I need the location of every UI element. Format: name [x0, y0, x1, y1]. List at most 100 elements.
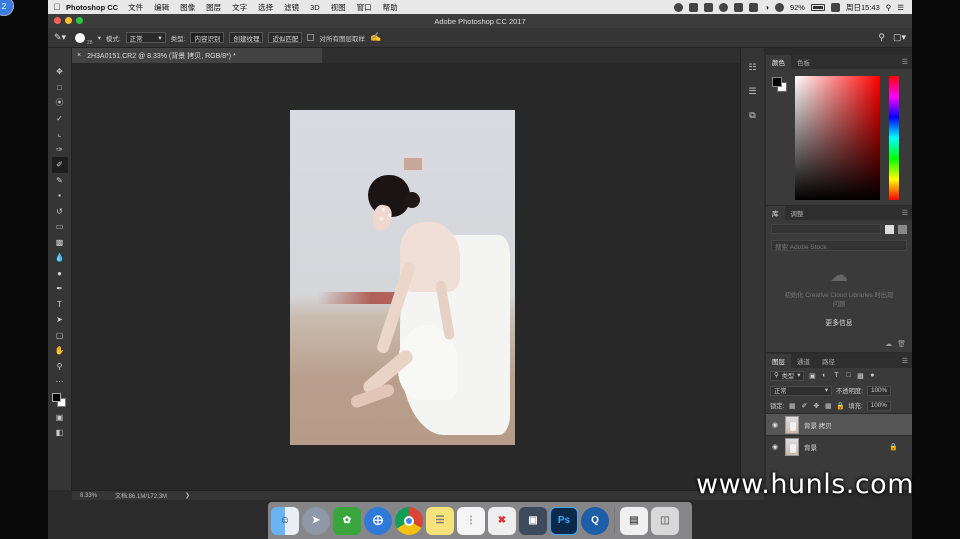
menu-layer[interactable]: 图层: [206, 2, 221, 13]
status-icon-2[interactable]: [689, 2, 699, 12]
lasso-tool-icon[interactable]: ⦿: [52, 95, 68, 111]
spot-healing-brush-icon[interactable]: ✎▾: [54, 32, 70, 44]
mode-select[interactable]: 正常 ▾: [125, 32, 166, 43]
layer-filter-select[interactable]: ⚲ 类型 ▾: [770, 370, 805, 381]
quicktime-icon[interactable]: Q: [581, 506, 609, 535]
more-info-link[interactable]: 更多信息: [766, 317, 912, 327]
safari-icon[interactable]: ⨁: [364, 506, 392, 535]
library-search-input[interactable]: 搜索 Adobe Stock: [771, 240, 907, 251]
lock-artboard-icon[interactable]: ▦: [824, 402, 832, 410]
evernote-icon[interactable]: ✿: [333, 506, 361, 535]
path-selection-tool-icon[interactable]: ➤: [52, 312, 68, 328]
lock-image-icon[interactable]: ✐: [800, 402, 808, 410]
layer-row[interactable]: ◉ 背景 拷贝: [766, 413, 912, 435]
content-aware-button[interactable]: 内容识别: [190, 32, 225, 43]
panel-foreground-swatch[interactable]: [772, 77, 782, 87]
menu-3d[interactable]: 3D: [310, 3, 320, 12]
styles-panel-icon[interactable]: ⧉: [746, 108, 760, 122]
reminders-icon[interactable]: ⋮: [457, 506, 485, 535]
filter-toggle-icon[interactable]: ●: [868, 372, 876, 380]
clock[interactable]: 周日15:43: [846, 2, 880, 13]
color-field[interactable]: [795, 76, 880, 200]
filter-adjustment-icon[interactable]: ◐: [820, 372, 828, 380]
library-select[interactable]: [771, 224, 881, 234]
spot-healing-brush-tool-icon[interactable]: ✐: [51, 157, 68, 173]
lock-all-icon[interactable]: 🔒: [836, 402, 845, 410]
launchpad-icon[interactable]: ➤: [302, 506, 330, 535]
opacity-input[interactable]: 100%: [866, 385, 892, 396]
brush-preset-picker[interactable]: [75, 32, 85, 43]
status-icon-5[interactable]: [734, 2, 744, 12]
layer-row[interactable]: ◉ 背景 🔒: [766, 435, 912, 457]
blur-tool-icon[interactable]: 💧: [52, 250, 68, 266]
brush-tool-icon[interactable]: ✎: [52, 173, 68, 189]
filter-smart-object-icon[interactable]: ▩: [856, 372, 864, 380]
photoshop-icon[interactable]: Ps: [550, 506, 578, 535]
rectangle-tool-icon[interactable]: ▢: [52, 328, 68, 344]
wechat-status-icon[interactable]: [674, 2, 684, 12]
minimize-button[interactable]: [65, 17, 72, 24]
tab-channels[interactable]: 通道: [791, 354, 816, 368]
menu-filter[interactable]: 滤镜: [284, 2, 299, 13]
proximity-match-button[interactable]: 近似匹配: [268, 32, 303, 43]
menu-view[interactable]: 视图: [331, 2, 346, 13]
list-view-icon[interactable]: [898, 224, 907, 234]
lock-transparent-icon[interactable]: ▦: [788, 402, 796, 410]
type-tool-icon[interactable]: T: [52, 297, 68, 313]
menu-window[interactable]: 窗口: [357, 2, 372, 13]
trash-icon[interactable]: 🗑: [897, 340, 906, 348]
fill-input[interactable]: 100%: [866, 400, 891, 411]
hand-tool-icon[interactable]: ✋: [52, 343, 68, 359]
menu-edit[interactable]: 编辑: [154, 2, 169, 13]
blend-mode-select[interactable]: 正常 ▾: [770, 385, 832, 396]
tab-layers[interactable]: 图层: [766, 354, 791, 368]
search-icon[interactable]: ⚲: [878, 32, 885, 43]
move-tool-icon[interactable]: ✥: [52, 64, 68, 80]
tab-swatches[interactable]: 色板: [791, 55, 816, 69]
wifi-icon[interactable]: ◑: [764, 3, 769, 12]
eyedropper-tool-icon[interactable]: ✑: [52, 142, 68, 158]
app-menu[interactable]: Photoshop CC: [66, 3, 118, 12]
apple-menu-icon[interactable]: : [48, 2, 66, 12]
close-button[interactable]: [54, 17, 61, 24]
trash-icon[interactable]: ◫: [651, 506, 679, 535]
gradient-tool-icon[interactable]: ▩: [52, 235, 68, 251]
status-icon-6[interactable]: [749, 2, 759, 12]
create-texture-button[interactable]: 创建纹理: [229, 32, 264, 43]
zoom-level[interactable]: 8.33%: [80, 493, 97, 499]
input-method-icon[interactable]: [830, 2, 840, 12]
tab-adjustments[interactable]: 调整: [785, 206, 810, 220]
battery-icon[interactable]: [810, 3, 825, 11]
color-swatches[interactable]: [51, 392, 69, 410]
zoom-button[interactable]: [76, 17, 83, 24]
crop-tool-icon[interactable]: ⌞: [52, 126, 68, 142]
sample-all-layers-checkbox[interactable]: [307, 34, 315, 41]
notes-icon[interactable]: ☰: [426, 506, 454, 535]
document-tab[interactable]: × 2H3A0151.CR2 @ 8.33% (背景 拷贝, RGB/8*) *: [72, 48, 322, 63]
status-icon-3[interactable]: [704, 2, 714, 12]
panel-menu-icon[interactable]: ☰: [902, 357, 912, 365]
tab-color[interactable]: 颜色: [766, 55, 791, 69]
history-panel-icon[interactable]: ☷: [746, 60, 760, 74]
menu-file[interactable]: 文件: [128, 2, 143, 13]
tab-libraries[interactable]: 库: [766, 206, 785, 220]
menu-help[interactable]: 帮助: [383, 2, 398, 13]
filter-shape-icon[interactable]: □: [844, 372, 852, 380]
quick-selection-tool-icon[interactable]: ✓: [52, 111, 68, 127]
filter-type-icon[interactable]: T: [832, 372, 840, 380]
foreground-color-swatch[interactable]: [51, 392, 61, 402]
photo-image[interactable]: [290, 110, 515, 445]
canvas-area[interactable]: [72, 63, 764, 490]
history-brush-tool-icon[interactable]: ↺: [52, 204, 68, 220]
eye-icon[interactable]: ◉: [770, 421, 780, 429]
tab-paths[interactable]: 路径: [816, 354, 841, 368]
hue-slider[interactable]: [889, 76, 899, 200]
lock-position-icon[interactable]: ✥: [812, 402, 820, 410]
xmind-icon[interactable]: ✖: [488, 506, 516, 535]
chrome-icon[interactable]: [395, 506, 423, 535]
grid-view-icon[interactable]: [885, 224, 894, 234]
menu-image[interactable]: 图像: [180, 2, 195, 13]
quick-mask-icon[interactable]: ▣: [52, 410, 68, 426]
search-icon[interactable]: ⚲: [886, 3, 892, 12]
panel-menu-icon[interactable]: ☰: [902, 209, 912, 217]
